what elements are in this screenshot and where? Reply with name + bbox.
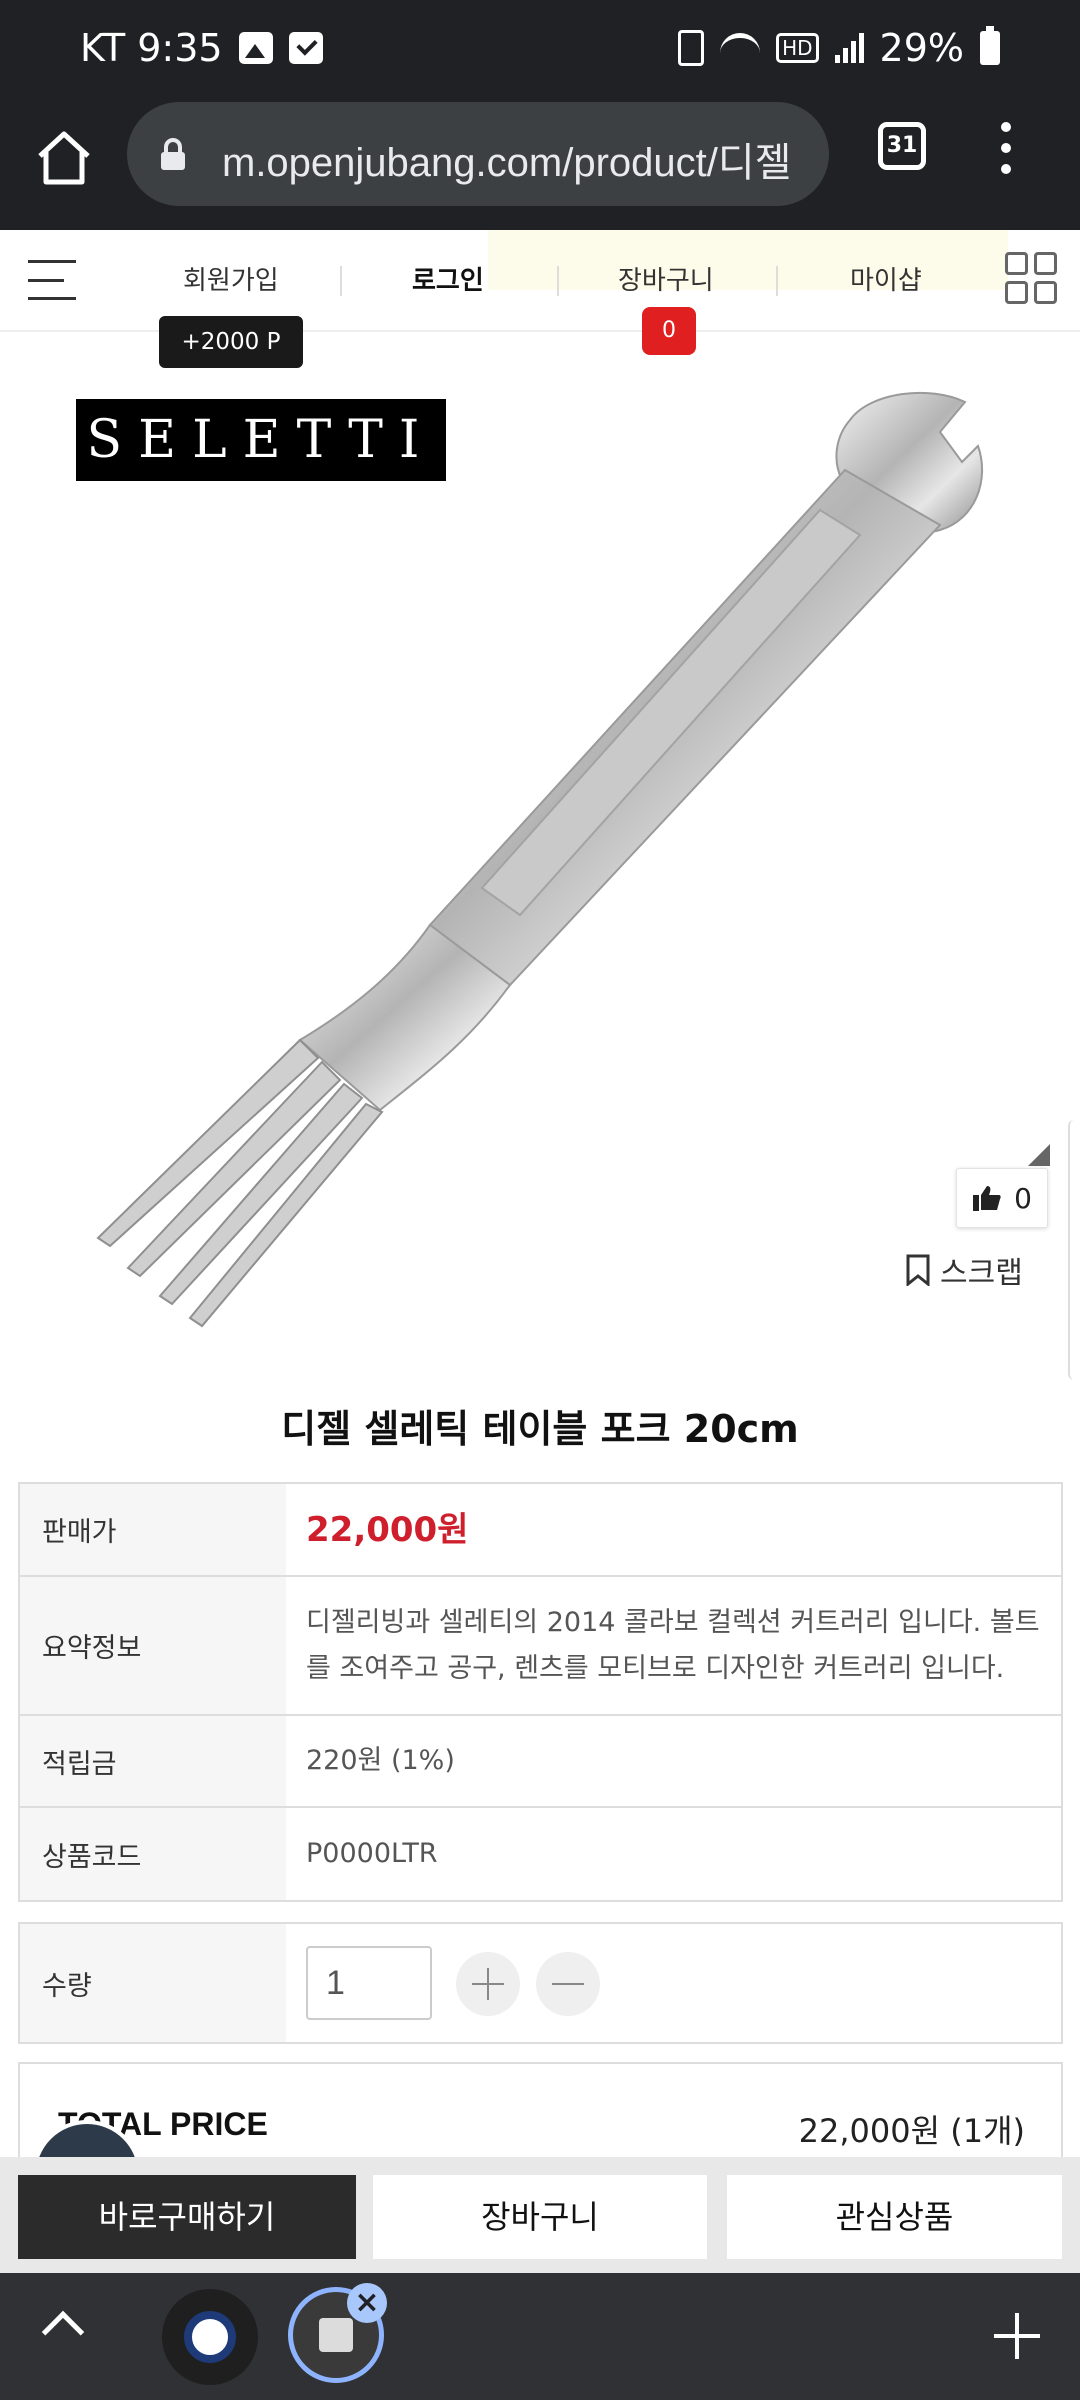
hd-voice-icon: HD — [776, 33, 819, 63]
battery-saver-icon — [678, 30, 705, 66]
points-label: 적립금 — [20, 1716, 286, 1806]
battery-icon — [980, 26, 1000, 65]
browser-toolbar: m.openjubang.com/product/디젤 31 — [0, 96, 1080, 230]
scrap-label: 스크랩 — [940, 1256, 1023, 1291]
url-text: m.openjubang.com/product/디젤 — [222, 141, 792, 185]
quantity-label: 수량 — [20, 1924, 286, 2042]
table-row: 상품코드 P0000LTR — [20, 1808, 1061, 1900]
points-badge: +2000 P — [159, 316, 303, 368]
quantity-increase-button[interactable] — [456, 1952, 520, 2016]
battery-percent: 29% — [879, 26, 964, 70]
quantity-input[interactable]: 1 — [306, 1946, 432, 2020]
thumbs-up-icon — [973, 1186, 1001, 1211]
nav-login[interactable]: 로그인 — [412, 260, 484, 297]
like-corner-decoration — [1028, 1144, 1050, 1166]
product-code-value: P0000LTR — [306, 1838, 438, 1869]
nav-divider — [776, 266, 778, 296]
browser-bottom-bar: × — [0, 2273, 1080, 2400]
status-bar: KT 9:35 HD 29% — [0, 0, 1080, 96]
add-to-cart-button[interactable]: 장바구니 — [373, 2175, 707, 2259]
tab-group-item[interactable] — [162, 2289, 258, 2385]
purchase-action-bar: 바로구매하기 장바구니 관심상품 — [0, 2157, 1080, 2273]
bookmark-icon — [906, 1254, 930, 1286]
table-row: 판매가 22,000원 — [20, 1484, 1061, 1577]
wishlist-button[interactable]: 관심상품 — [727, 2175, 1062, 2259]
price-value: 22,000원 — [306, 1509, 469, 1550]
product-info-table: 판매가 22,000원 요약정보 디젤리빙과 셀레티의 2014 콜라보 컬렉션… — [18, 1482, 1063, 1902]
lock-icon — [161, 138, 185, 170]
wifi-icon — [720, 33, 761, 63]
minus-icon — [552, 1983, 584, 1985]
home-icon[interactable] — [32, 126, 96, 190]
table-row: 요약정보 디젤리빙과 셀레티의 2014 콜라보 컬렉션 커트러리 입니다. 볼… — [20, 1577, 1061, 1716]
summary-value: 디젤리빙과 셀레티의 2014 콜라보 컬렉션 커트러리 입니다. 볼트를 조여… — [306, 1606, 1040, 1684]
chevron-up-icon[interactable] — [41, 2310, 85, 2354]
carrier-time: KT 9:35 — [80, 26, 223, 70]
points-value: 220원 (1%) — [306, 1745, 455, 1776]
brand-logo: SELETTI — [76, 399, 446, 481]
scrap-button[interactable]: 스크랩 — [906, 1248, 1023, 1292]
product-image — [96, 391, 983, 1328]
gallery-notification-icon — [238, 32, 273, 64]
like-button[interactable]: 0 — [956, 1168, 1048, 1228]
quantity-section: 수량 1 — [18, 1922, 1063, 2044]
nav-myshop[interactable]: 마이샵 — [850, 260, 922, 297]
price-label: 판매가 — [20, 1484, 286, 1575]
total-price-value: 22,000원 (1개) — [798, 2112, 1025, 2150]
tab-switcher-button[interactable]: 31 — [878, 122, 926, 170]
table-row: 적립금 220원 (1%) — [20, 1716, 1061, 1808]
quantity-decrease-button[interactable] — [536, 1952, 600, 2016]
cart-count-badge: 0 — [642, 307, 696, 355]
menu-icon[interactable] — [28, 260, 76, 300]
task-notification-icon — [288, 32, 323, 64]
signal-icon — [834, 33, 864, 63]
summary-label: 요약정보 — [20, 1577, 286, 1714]
close-icon[interactable]: × — [347, 2283, 387, 2323]
nav-signup[interactable]: 회원가입 — [183, 260, 279, 297]
browser-menu-icon[interactable] — [995, 122, 1017, 174]
like-count: 0 — [1014, 1181, 1032, 1215]
scroll-indicator[interactable] — [1068, 1120, 1080, 1380]
buy-now-button[interactable]: 바로구매하기 — [18, 2175, 356, 2259]
product-code-label: 상품코드 — [20, 1808, 286, 1900]
nav-divider — [557, 266, 559, 296]
new-tab-plus-icon[interactable] — [994, 2313, 1040, 2359]
nav-divider — [340, 266, 342, 296]
address-bar[interactable]: m.openjubang.com/product/디젤 — [127, 102, 829, 206]
grid-icon[interactable] — [1005, 252, 1057, 304]
nav-cart[interactable]: 장바구니 — [618, 260, 714, 297]
product-title: 디젤 셀레틱 테이블 포크 20cm — [281, 1407, 799, 1451]
header-banner — [488, 230, 1008, 290]
